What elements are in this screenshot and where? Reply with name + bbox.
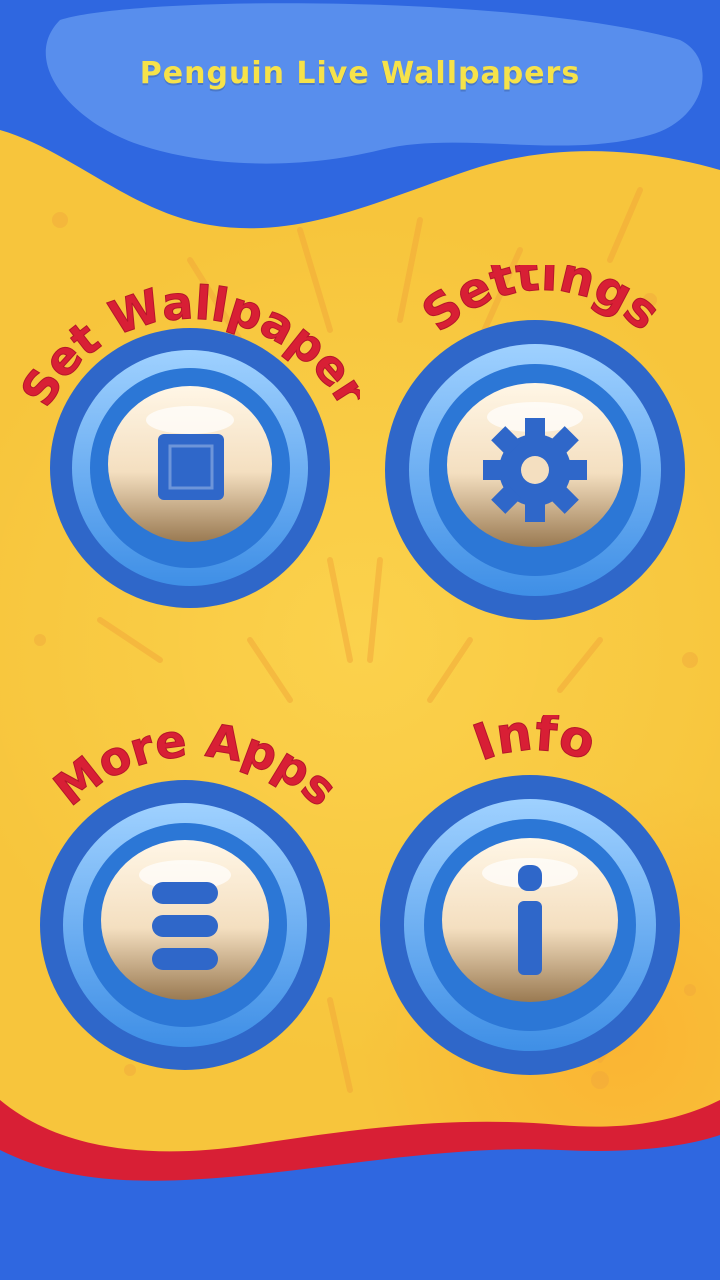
footer-wave [0,1100,720,1280]
info-label: Info [465,715,602,773]
gear-icon [483,418,587,522]
set-wallpaper-button[interactable]: Set Wallpaper [20,270,360,630]
more-apps-button[interactable]: More Apps [20,720,360,1080]
list-icon [152,882,218,970]
header-wave [0,0,720,229]
set-wallpaper-button-graphic: Set Wallpaper [20,275,360,608]
settings-button-graphic: Settings [385,265,685,620]
svg-text:Info: Info [466,715,602,772]
more-apps-button-graphic: More Apps [40,720,348,1070]
square-icon [158,434,224,500]
info-icon [518,865,542,975]
info-button[interactable]: Info [370,715,710,1075]
app-title: Penguin Live Wallpapers [139,56,581,91]
info-button-graphic: Info [380,715,680,1075]
settings-button[interactable]: Settings [370,265,710,625]
